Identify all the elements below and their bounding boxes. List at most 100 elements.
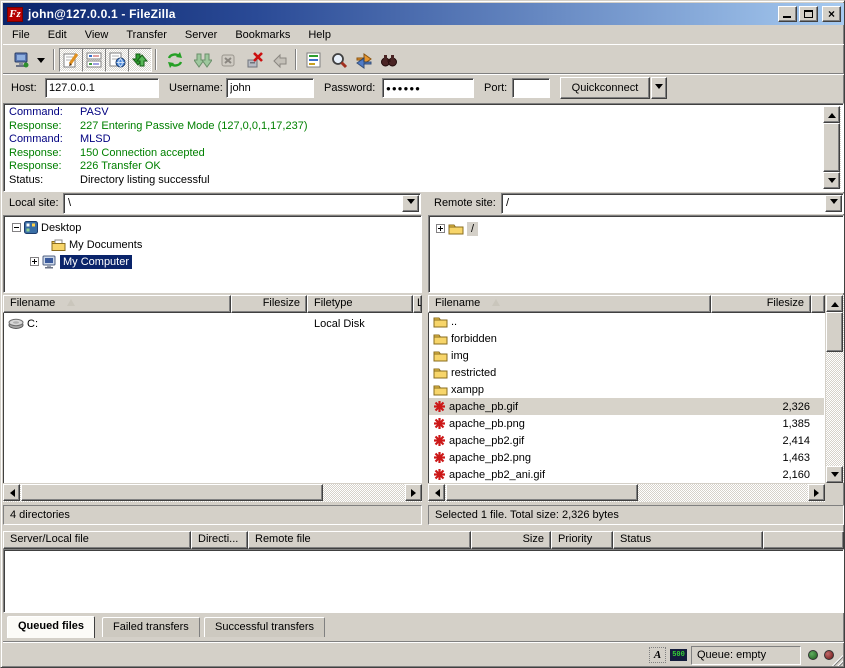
toggle-remote-tree-button[interactable] <box>105 48 129 72</box>
column-header-filename[interactable]: Filename <box>428 295 711 313</box>
remote-vscrollbar[interactable] <box>826 295 844 483</box>
menu-bookmarks[interactable]: Bookmarks <box>226 27 299 43</box>
queue-list[interactable] <box>3 549 844 613</box>
remote-file-row[interactable]: apache_pb2.gif2,414 <box>429 432 824 449</box>
column-header-remote-file[interactable]: Remote file <box>248 531 471 549</box>
tab-queued-files[interactable]: Queued files <box>7 616 95 638</box>
data-type-indicator-icon[interactable]: A <box>649 647 666 663</box>
tree-item-desktop[interactable]: Desktop <box>12 219 81 236</box>
menu-view[interactable]: View <box>76 27 118 43</box>
column-header-filename[interactable]: Filename <box>3 295 231 313</box>
collapse-expander[interactable] <box>12 223 21 232</box>
triangle-right-icon <box>814 489 823 497</box>
maximize-button[interactable] <box>799 6 818 22</box>
tree-item-root[interactable]: / <box>436 220 478 237</box>
column-header-filetype[interactable]: Filetype <box>307 295 413 313</box>
column-header-filesize[interactable]: Filesize <box>231 295 307 313</box>
scroll-left-button[interactable] <box>3 484 20 501</box>
scroll-down-button[interactable] <box>826 466 843 483</box>
directory-comparison-button[interactable] <box>327 48 351 72</box>
tree-item-my-documents[interactable]: My Documents <box>48 236 142 253</box>
scroll-right-button[interactable] <box>808 484 825 501</box>
menu-help[interactable]: Help <box>299 27 340 43</box>
log-scrollbar[interactable] <box>823 106 841 189</box>
file-name: apache_pb.gif <box>449 401 518 413</box>
expand-expander[interactable] <box>436 224 445 233</box>
column-header-last-modified[interactable]: L <box>413 295 422 313</box>
column-header-size[interactable]: Size <box>471 531 551 549</box>
local-site-combo[interactable]: \ <box>63 193 421 214</box>
scroll-up-button[interactable] <box>823 106 840 123</box>
expand-expander[interactable] <box>30 257 39 266</box>
disconnect-button[interactable] <box>243 48 267 72</box>
site-manager-button[interactable] <box>9 48 33 72</box>
synchronized-browsing-button[interactable] <box>352 48 376 72</box>
remote-file-row[interactable]: apache_pb2.png1,463 <box>429 449 824 466</box>
tab-successful-transfers[interactable]: Successful transfers <box>204 617 325 637</box>
remote-file-row[interactable]: apache_pb.png1,385 <box>429 415 824 432</box>
site-manager-dropdown-button[interactable] <box>34 48 48 72</box>
username-input[interactable] <box>226 78 314 98</box>
scroll-left-button[interactable] <box>428 484 445 501</box>
folder-icon <box>448 222 464 235</box>
scroll-thumb[interactable] <box>823 123 840 172</box>
remote-file-row-selected[interactable]: apache_pb.gif2,326 <box>429 398 824 415</box>
local-hscrollbar[interactable] <box>3 484 422 502</box>
combo-dropdown-button[interactable] <box>825 195 842 212</box>
remote-file-row[interactable]: xampp <box>429 381 824 398</box>
refresh-button[interactable] <box>163 48 187 72</box>
filezilla-window: Fz john@127.0.0.1 - FileZilla × File Edi… <box>0 0 845 668</box>
remote-site-value: / <box>506 197 509 209</box>
remote-file-row[interactable]: .. <box>429 313 824 330</box>
cancel-operation-button[interactable] <box>216 48 240 72</box>
remote-file-row[interactable]: forbidden <box>429 330 824 347</box>
remote-tree-icon <box>108 51 126 69</box>
chevron-down-icon <box>407 199 415 208</box>
column-header-priority[interactable]: Priority <box>551 531 613 549</box>
tab-failed-transfers[interactable]: Failed transfers <box>102 617 200 637</box>
port-input[interactable] <box>512 78 550 98</box>
scroll-thumb[interactable] <box>826 312 843 352</box>
quickconnect-button[interactable]: Quickconnect <box>560 77 650 99</box>
menu-server[interactable]: Server <box>176 27 226 43</box>
column-header-status[interactable]: Status <box>613 531 763 549</box>
reconnect-button[interactable] <box>268 48 292 72</box>
menu-transfer[interactable]: Transfer <box>117 27 176 43</box>
scroll-up-button[interactable] <box>826 295 843 312</box>
column-header-direction[interactable]: Directi... <box>191 531 248 549</box>
column-header-filesize[interactable]: Filesize <box>711 295 811 313</box>
tree-item-label: My Computer <box>60 255 132 269</box>
combo-dropdown-button[interactable] <box>402 195 419 212</box>
scroll-right-button[interactable] <box>405 484 422 501</box>
menu-file[interactable]: File <box>3 27 39 43</box>
remote-file-row[interactable]: restricted <box>429 364 824 381</box>
remote-file-row[interactable]: apache_pb2_ani.gif2,160 <box>429 466 824 483</box>
title-bar[interactable]: Fz john@127.0.0.1 - FileZilla × <box>3 3 844 25</box>
toggle-local-tree-button[interactable] <box>82 48 106 72</box>
close-button[interactable]: × <box>822 6 841 22</box>
remote-site-combo[interactable]: / <box>501 193 844 214</box>
quickconnect-dropdown-button[interactable] <box>651 77 667 99</box>
scroll-thumb[interactable] <box>21 484 323 501</box>
toggle-transfer-queue-button[interactable] <box>128 48 152 72</box>
scroll-thumb[interactable] <box>446 484 638 501</box>
process-queue-button[interactable] <box>191 48 215 72</box>
local-file-row[interactable]: C: Local Disk <box>4 315 421 332</box>
column-header-filler <box>811 295 825 313</box>
tree-item-my-computer[interactable]: My Computer <box>30 253 132 270</box>
minimize-button[interactable] <box>778 6 797 22</box>
host-input[interactable] <box>45 78 159 98</box>
quickconnect-bar: Host: Username: Password: Port: Quickcon… <box>3 73 844 102</box>
speed-limits-icon[interactable]: 500 <box>670 649 687 661</box>
image-file-icon <box>433 434 446 447</box>
column-header-server-local-file[interactable]: Server/Local file <box>3 531 191 549</box>
find-files-button[interactable] <box>377 48 401 72</box>
remote-hscrollbar[interactable] <box>428 484 825 502</box>
scroll-down-button[interactable] <box>823 172 840 189</box>
toggle-message-log-button[interactable] <box>59 48 83 72</box>
filter-button[interactable] <box>302 48 326 72</box>
remote-file-row[interactable]: img <box>429 347 824 364</box>
remote-tree: / <box>428 215 844 293</box>
menu-edit[interactable]: Edit <box>39 27 76 43</box>
password-input[interactable] <box>382 78 474 98</box>
